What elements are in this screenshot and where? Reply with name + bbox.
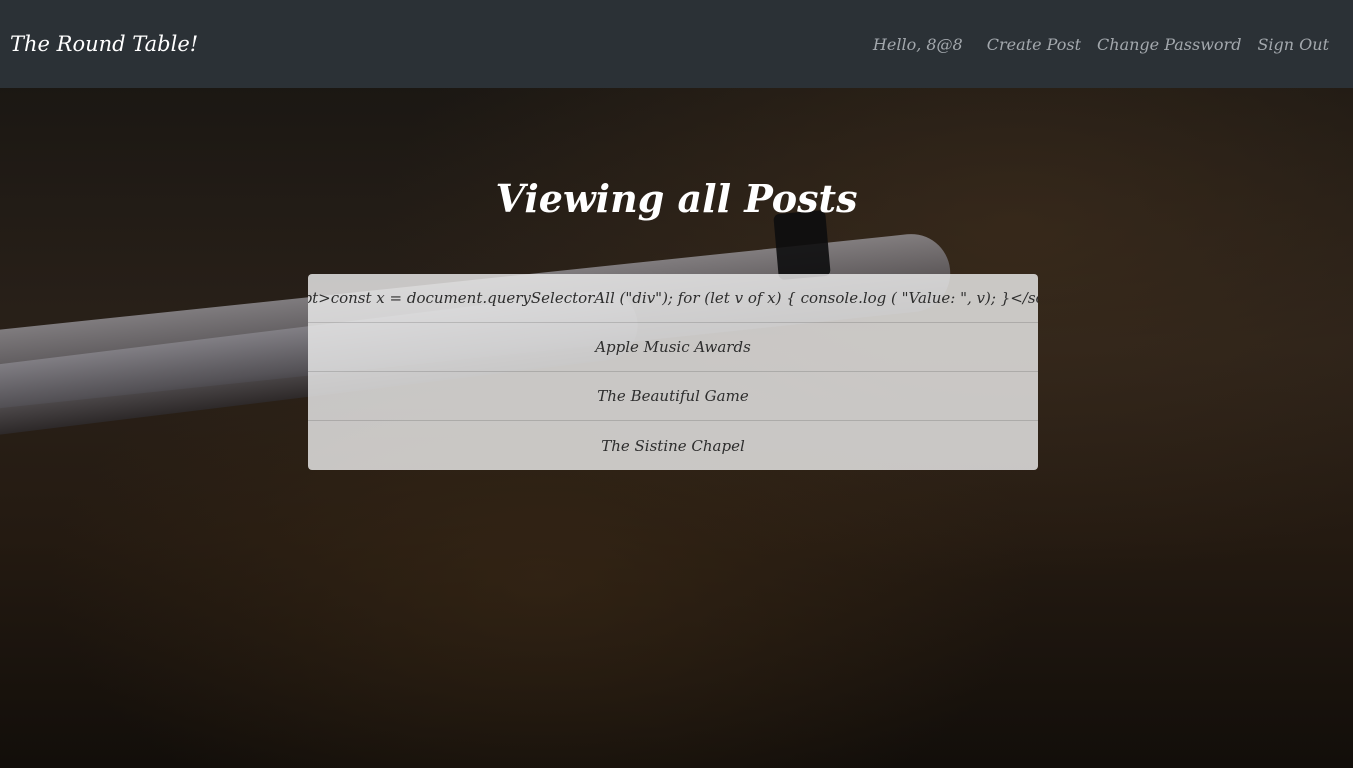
change-password-link[interactable]: Change Password (1097, 35, 1241, 54)
sign-out-link[interactable]: Sign Out (1257, 35, 1329, 54)
create-post-link[interactable]: Create Post (987, 35, 1081, 54)
post-item[interactable]: Apple Music Awards (308, 323, 1038, 372)
main-content: Viewing all Posts <script>const x = docu… (0, 88, 1353, 470)
post-item[interactable]: The Beautiful Game (308, 372, 1038, 421)
navbar: The Round Table! Hello, 8@8 Create Post … (0, 0, 1353, 88)
page-title: Viewing all Posts (495, 176, 858, 221)
post-list: <script>const x = document.querySelector… (308, 274, 1038, 470)
post-item[interactable]: The Sistine Chapel (308, 421, 1038, 470)
post-item[interactable]: <script>const x = document.querySelector… (308, 274, 1038, 323)
user-greeting: Hello, 8@8 (872, 34, 963, 54)
brand-link[interactable]: The Round Table! (10, 32, 198, 56)
nav-links: Hello, 8@8 Create Post Change Password S… (873, 35, 1329, 54)
